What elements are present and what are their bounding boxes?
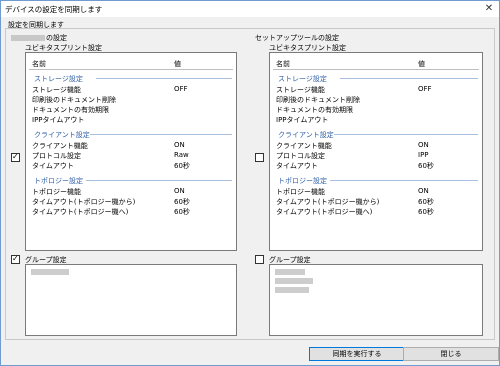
ubiquitous-print-checkbox[interactable]: ✓ [11, 152, 20, 162]
group-settings-list[interactable] [25, 264, 237, 336]
list-item: トポロジー機能 ON [32, 187, 185, 196]
checkmark-icon: ✓ [12, 254, 19, 263]
list-item: プロトコル設定 IPP [276, 151, 429, 160]
close-button[interactable]: 閉じる [403, 347, 499, 361]
device-settings-pane: の設定 ユビキタスプリント設定 ✓ 名前 値 ストレージ設定 ストレージ機能 OF… [11, 31, 241, 337]
list-item: トポロジー機能 ON [276, 187, 429, 196]
column-header-name: 名前 [276, 60, 290, 68]
window-title: デバイスの設定を同期します [5, 5, 103, 14]
column-header-name: 名前 [32, 60, 46, 68]
list-item: クライアント機能 ON [276, 141, 429, 150]
list-item: 印刷後のドキュメント削除 [276, 96, 360, 104]
list-item: タイムアウト 60秒 [32, 162, 190, 170]
close-icon[interactable]: ✕ [482, 2, 496, 15]
list-item: タイムアウト(トポロジー機から) 60秒 [32, 198, 190, 206]
settings-list[interactable]: 名前 値 ストレージ設定 ストレージ機能 OFF 印刷後のドキュメント削除 ドキュ… [25, 52, 237, 251]
redacted-group-entry [275, 269, 305, 275]
list-item: IPPタイムアウト [32, 116, 85, 124]
section-client: クライアント設定 [34, 130, 232, 139]
list-item: タイムアウト(トポロジー機から) 60秒 [276, 198, 434, 206]
checkmark-icon: ✓ [12, 152, 19, 161]
setup-tool-settings-title: セットアップツールの設定 [255, 34, 339, 42]
settings-list[interactable]: 名前 値 ストレージ設定 ストレージ機能 OFF 印刷後のドキュメント削除 ドキュ… [269, 52, 483, 251]
header-divider [29, 69, 233, 70]
redacted-group-entry [275, 287, 309, 293]
run-sync-button[interactable]: 同期を実行する [309, 347, 405, 361]
setup-tool-settings-pane: セットアップツールの設定 ユビキタスプリント設定 名前 値 ストレージ設定 スト… [255, 31, 485, 337]
group-settings-checkbox[interactable] [255, 255, 264, 264]
section-topology: トポロジー設定 [278, 176, 478, 185]
list-item: タイムアウト 60秒 [276, 162, 434, 170]
header-divider [273, 69, 479, 70]
section-storage: ストレージ設定 [34, 74, 232, 83]
list-item: タイムアウト(トポロジー機へ) 60秒 [276, 208, 434, 216]
list-item: IPPタイムアウト [276, 116, 329, 124]
column-header-value: 値 [174, 60, 181, 68]
redacted-group-entry [275, 278, 313, 284]
section-storage: ストレージ設定 [278, 74, 478, 83]
list-item: プロトコル設定 Raw [32, 151, 189, 160]
sync-settings-dialog: デバイスの設定を同期します ✕ 設定を同期します の設定 ユビキタスプリント設定… [0, 0, 500, 366]
redacted-device-name [11, 35, 45, 41]
section-client: クライアント設定 [278, 130, 478, 139]
list-item: 印刷後のドキュメント削除 [32, 96, 116, 104]
list-item: クライアント機能 ON [32, 141, 185, 150]
section-topology: トポロジー設定 [34, 176, 232, 185]
list-item: ストレージ機能 OFF [276, 85, 432, 94]
list-item: ドキュメントの有効期限 [32, 106, 109, 114]
title-bar: デバイスの設定を同期します ✕ [1, 1, 499, 17]
list-item: ストレージ機能 OFF [32, 85, 188, 94]
ubiquitous-print-checkbox[interactable] [255, 153, 264, 162]
column-header-value: 値 [418, 60, 425, 68]
group-settings-checkbox[interactable]: ✓ [11, 254, 20, 264]
group-settings-list[interactable] [269, 264, 483, 336]
list-item: タイムアウト(トポロジー機へ) 60秒 [32, 208, 190, 216]
redacted-group-entry [31, 269, 69, 275]
device-settings-title: の設定 [11, 33, 67, 43]
list-item: ドキュメントの有効期限 [276, 106, 353, 114]
